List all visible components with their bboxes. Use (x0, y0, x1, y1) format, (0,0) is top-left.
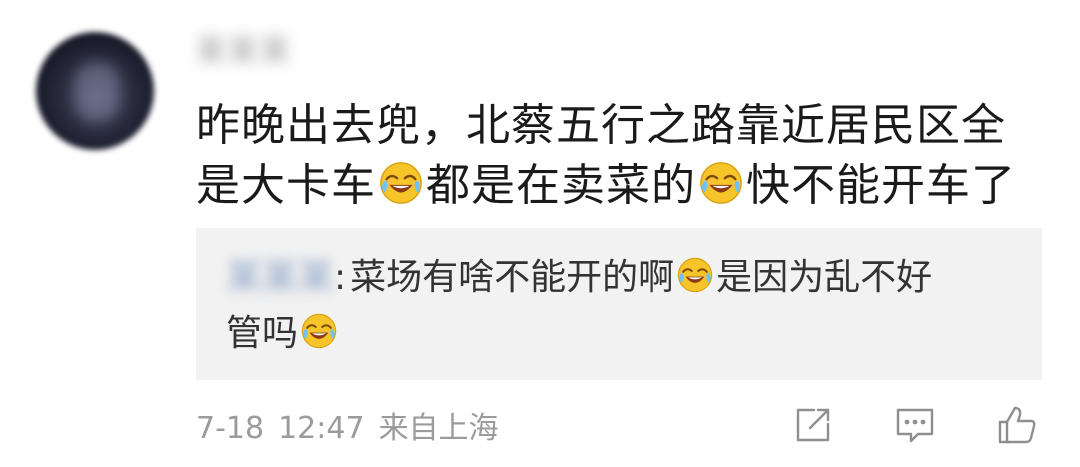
reply-colon: : (334, 257, 347, 298)
like-button[interactable] (994, 402, 1040, 448)
comment-date: 7-18 (196, 411, 265, 446)
comment-card: 某某某 昨晚出去兜，北蔡五行之路靠近居民区全 是大卡车 都是在卖菜的 快不能开车了 … (0, 0, 1080, 467)
comment-line-1: 昨晚出去兜，北蔡五行之路靠近居民区全 (196, 100, 1006, 151)
comment-text-segment: 都是在卖菜的 (426, 160, 696, 211)
comment-username[interactable]: 某某某 (196, 32, 292, 72)
reply-username[interactable]: 某某某 (226, 250, 334, 306)
comment-source: 来自上海 (378, 411, 499, 446)
reply-box[interactable]: 某某某: 菜场有啥不能开的啊 是因为乱不好 管吗 (196, 228, 1042, 380)
comment-actions (790, 402, 1040, 456)
reply-text-segment: 菜场有啥不能开的啊 (350, 257, 675, 298)
like-icon (998, 406, 1036, 444)
comment-text: 昨晚出去兜，北蔡五行之路靠近居民区全 是大卡车 都是在卖菜的 快不能开车了 (196, 96, 1036, 216)
comment-line-2: 是大卡车 都是在卖菜的 快不能开车了 (196, 156, 1036, 216)
reply-line-2: 管吗 (226, 306, 1026, 362)
avatar[interactable] (36, 32, 154, 150)
laugh-cry-emoji-icon (380, 162, 422, 204)
laugh-cry-emoji-icon (677, 257, 713, 293)
share-icon (796, 408, 830, 442)
laugh-cry-emoji-icon (301, 313, 337, 349)
comment-text-segment: 快不能开车了 (746, 160, 1016, 211)
comment-time: 12:47 (278, 411, 365, 446)
reply-text: 某某某: 菜场有啥不能开的啊 是因为乱不好 管吗 (226, 250, 1026, 362)
share-button[interactable] (790, 402, 836, 448)
reply-text-segment: 是因为乱不好 (716, 257, 933, 298)
reply-text-segment: 管吗 (226, 313, 299, 354)
comment-text-segment: 是大卡车 (196, 160, 376, 211)
comment-meta: 7-18 12:47 来自上海 (196, 404, 513, 454)
comment-button[interactable] (892, 402, 938, 448)
comment-icon (896, 408, 934, 443)
laugh-cry-emoji-icon (700, 162, 742, 204)
reply-line-1: 某某某: 菜场有啥不能开的啊 是因为乱不好 (226, 250, 1026, 306)
